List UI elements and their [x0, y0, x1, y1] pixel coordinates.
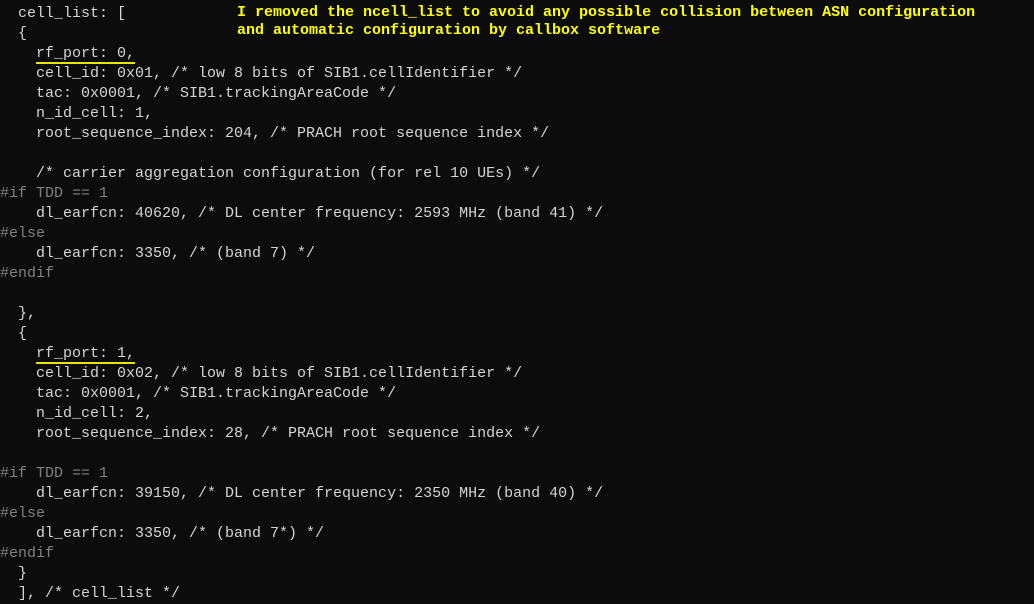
code-line: tac: 0x0001, /* SIB1.trackingAreaCode */: [0, 385, 396, 402]
preprocessor-if: #if TDD == 1: [0, 465, 108, 482]
code-line: /* carrier aggregation configuration (fo…: [0, 165, 540, 182]
code-line: root_sequence_index: 204, /* PRACH root …: [0, 125, 549, 142]
code-line: },: [0, 305, 36, 322]
preprocessor-endif: #endif: [0, 545, 54, 562]
code-line: dl_earfcn: 3350, /* (band 7*) */: [0, 525, 324, 542]
code-line: dl_earfcn: 40620, /* DL center frequency…: [0, 205, 603, 222]
code-line: cell_id: 0x01, /* low 8 bits of SIB1.cel…: [0, 65, 522, 82]
code-line: {: [0, 325, 27, 342]
preprocessor-else: #else: [0, 505, 45, 522]
code-line: {: [0, 25, 27, 42]
code-line: n_id_cell: 1,: [0, 105, 153, 122]
code-line: cell_list: [: [0, 5, 126, 22]
code-line: }: [0, 565, 27, 582]
code-line: tac: 0x0001, /* SIB1.trackingAreaCode */: [0, 85, 396, 102]
code-line: root_sequence_index: 28, /* PRACH root s…: [0, 425, 540, 442]
annotation-comment: I removed the ncell_list to avoid any po…: [237, 4, 997, 40]
code-line: cell_id: 0x02, /* low 8 bits of SIB1.cel…: [0, 365, 522, 382]
code-line: dl_earfcn: 39150, /* DL center frequency…: [0, 485, 603, 502]
code-line: rf_port: 0,: [0, 45, 135, 64]
code-line: rf_port: 1,: [0, 345, 135, 364]
code-line: ], /* cell_list */: [0, 585, 180, 602]
code-line: dl_earfcn: 3350, /* (band 7) */: [0, 245, 315, 262]
preprocessor-endif: #endif: [0, 265, 54, 282]
highlight-rf-port-0: rf_port: 0,: [36, 45, 135, 64]
preprocessor-else: #else: [0, 225, 45, 242]
preprocessor-if: #if TDD == 1: [0, 185, 108, 202]
code-block: cell_list: [ { rf_port: 0, cell_id: 0x01…: [0, 0, 1034, 604]
highlight-rf-port-1: rf_port: 1,: [36, 345, 135, 364]
code-line: n_id_cell: 2,: [0, 405, 153, 422]
